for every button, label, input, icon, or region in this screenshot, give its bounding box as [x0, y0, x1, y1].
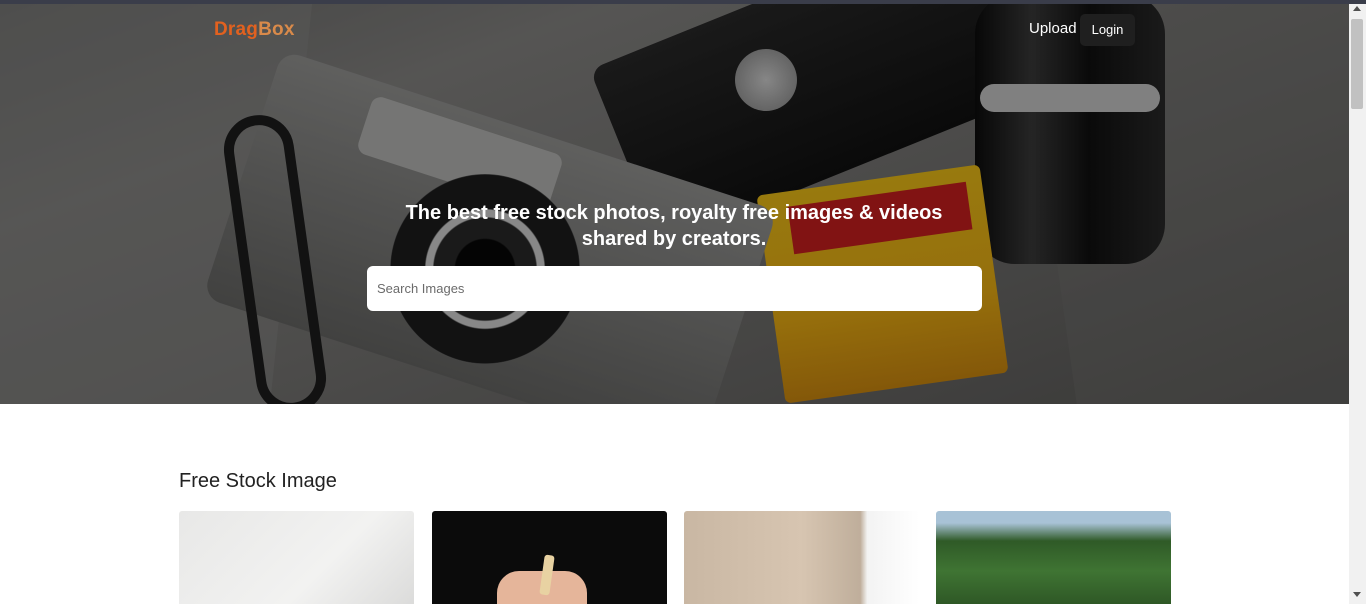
logo-part-drag: Drag: [214, 19, 259, 40]
scroll-up-arrow-icon[interactable]: [1353, 6, 1361, 11]
login-button[interactable]: Login: [1080, 14, 1135, 46]
stock-image-card-2[interactable]: [432, 511, 667, 604]
stock-image-card-1[interactable]: [179, 511, 414, 604]
section-title: Free Stock Image: [179, 470, 337, 492]
logo-part-box: Box: [258, 19, 295, 40]
vertical-scrollbar[interactable]: [1349, 4, 1366, 604]
hero-title: The best free stock photos, royalty free…: [405, 202, 943, 250]
upload-link[interactable]: Upload: [1029, 20, 1077, 37]
stock-image-card-4[interactable]: [936, 511, 1171, 604]
page: DragBox Upload Login The best free stock…: [0, 4, 1349, 604]
hero-banner: DragBox Upload Login The best free stock…: [0, 4, 1349, 404]
scroll-thumb[interactable]: [1351, 19, 1363, 109]
stock-image-card-3[interactable]: [684, 511, 919, 604]
logo[interactable]: DragBox: [214, 19, 295, 41]
scroll-down-arrow-icon[interactable]: [1353, 592, 1361, 597]
search-input[interactable]: [367, 266, 982, 311]
